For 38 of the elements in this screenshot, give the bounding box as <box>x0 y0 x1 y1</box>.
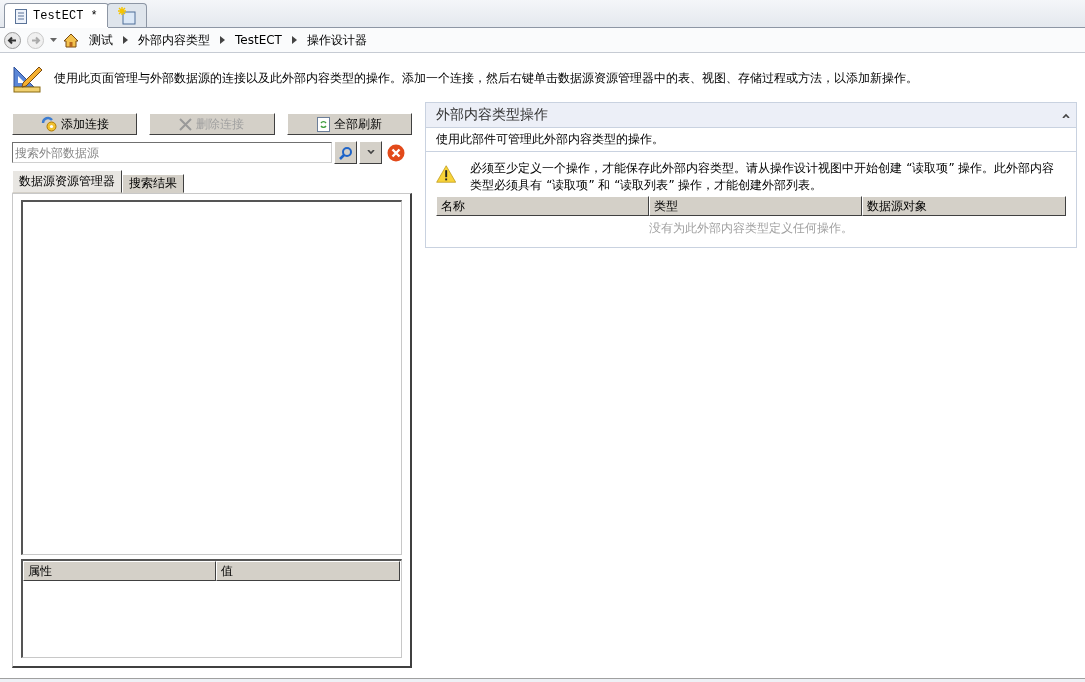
column-header[interactable]: 属性 <box>23 561 216 581</box>
separator-arrow-icon <box>291 36 297 44</box>
back-icon[interactable] <box>4 31 21 49</box>
warning-message: 必须至少定义一个操作，才能保存此外部内容类型。请从操作设计视图中开始创建 “读取项” 操作。此外部内容类型必须具有 “读取项” 和 “读取列表” 操作，才能创建外部列表。 <box>470 160 1056 194</box>
document-tab[interactable]: TestECT * <box>4 3 109 28</box>
toolbar-button[interactable]: 全部刷新 <box>286 113 412 135</box>
tab[interactable]: 数据源资源管理器 <box>12 170 122 193</box>
chevron-down-icon <box>366 150 375 155</box>
intro-text: 使用此页面管理与外部数据源的连接以及此外部内容类型的操作。添加一个连接，然后右键单击数据源资源管理器中的表、视图、存储过程或方法，以添加新操作。 <box>54 69 918 87</box>
search-button[interactable] <box>334 141 357 164</box>
panel-description: 使用此部件可管理此外部内容类型的操作。 <box>436 131 664 148</box>
home-icon[interactable] <box>63 32 79 48</box>
search-field[interactable]: 搜索外部数据源 <box>12 142 332 163</box>
collapse-icon[interactable] <box>1062 112 1070 118</box>
breadcrumb-link[interactable]: 操作设计器 <box>302 31 371 49</box>
refresh-page-icon <box>316 116 330 132</box>
empty-message: 没有为此外部内容类型定义任何操作。 <box>649 221 853 235</box>
separator-arrow-icon <box>220 36 225 44</box>
column-header[interactable]: 名称 <box>436 196 649 216</box>
toolbar-button[interactable]: 添加连接 <box>12 113 138 135</box>
clear-icon <box>386 143 405 162</box>
new-document-icon <box>117 6 136 25</box>
new-tab[interactable] <box>106 3 147 27</box>
document-icon <box>15 8 27 24</box>
separator-arrow-icon <box>123 36 128 44</box>
options-dropdown-button[interactable] <box>359 141 382 164</box>
column-header[interactable]: 值 <box>216 561 400 581</box>
breadcrumb-link[interactable]: TestECT <box>231 33 286 47</box>
panel-title: 外部内容类型操作 <box>436 106 548 124</box>
column-header[interactable]: 数据源对象 <box>862 196 1066 216</box>
column-header[interactable]: 类型 <box>649 196 862 216</box>
cross-icon <box>179 117 193 131</box>
search-icon <box>338 145 353 160</box>
tab[interactable]: 搜索结果 <box>122 174 184 193</box>
breadcrumb-link[interactable]: 外部内容类型 <box>134 31 214 49</box>
breadcrumb-link[interactable]: 测试 <box>85 31 117 49</box>
dropdown-icon[interactable] <box>50 38 57 42</box>
connect-gear-icon <box>40 116 57 132</box>
